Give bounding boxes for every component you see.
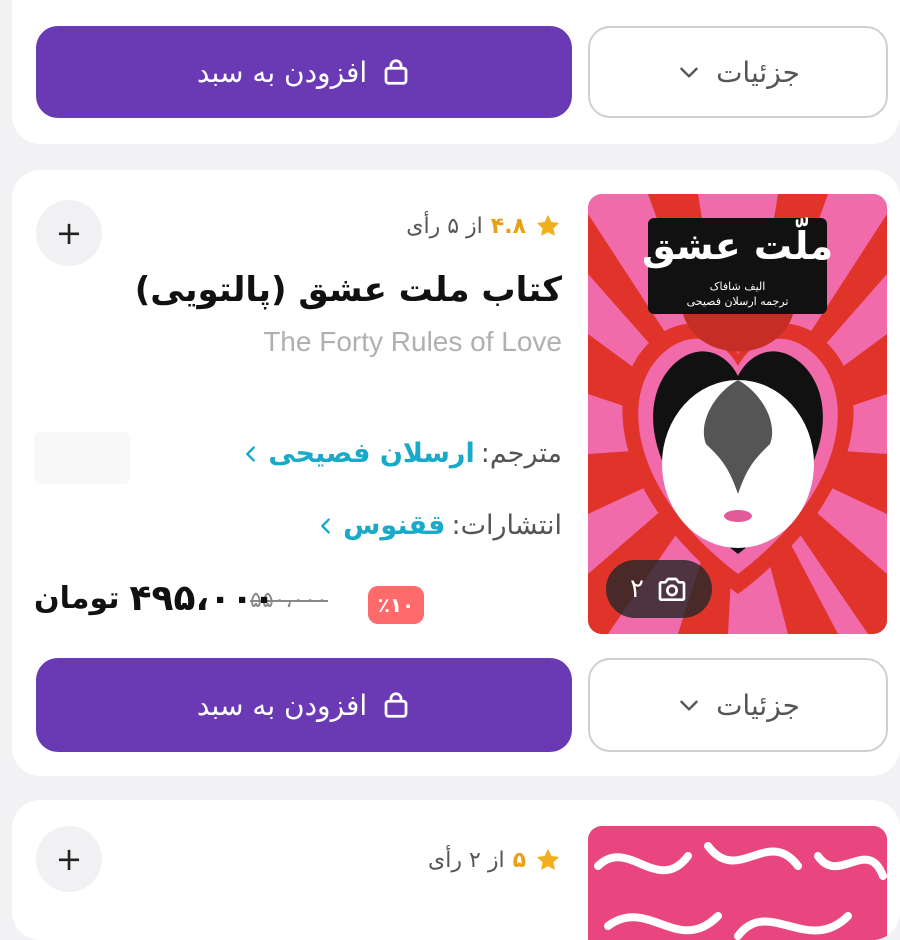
- currency: تومان: [34, 581, 120, 616]
- plus-icon: +: [55, 214, 83, 252]
- price: ۴۹۵،۰۰۰ تومان: [34, 578, 275, 619]
- photo-count-badge[interactable]: ۲: [606, 560, 712, 618]
- cover-translator: ترجمه ارسلان فصیحی: [686, 295, 789, 308]
- chevron-left-icon: [246, 445, 256, 462]
- translator-label: مترجم:: [480, 438, 562, 469]
- product-title[interactable]: کتاب ملت عشق (پالتویی): [135, 270, 562, 310]
- details-label: جزئیات: [716, 688, 800, 722]
- translator-link[interactable]: ارسلان فصیحی: [268, 438, 474, 469]
- product-card-next: + ۵ از ۲ رأی: [12, 800, 900, 940]
- publisher-link[interactable]: ققنوس: [343, 510, 445, 541]
- rating: ۴.۸ از ۵ رأی: [406, 212, 562, 240]
- translator-row: مترجم: ارسلان فصیحی: [240, 438, 562, 469]
- rating-score: ۴.۸: [490, 213, 526, 239]
- chevron-down-icon: [680, 700, 698, 711]
- photo-count: ۲: [630, 574, 644, 604]
- publisher-row: انتشارات: ققنوس: [315, 510, 562, 541]
- rating-text: از ۵ رأی: [406, 213, 483, 239]
- cover-author: الیف شافاک: [709, 280, 766, 293]
- plus-icon: +: [55, 840, 83, 878]
- price-value: ۴۹۵،۰۰۰: [129, 578, 276, 619]
- details-button[interactable]: جزئیات: [588, 658, 888, 752]
- add-to-cart-button[interactable]: افزودن به سبد: [36, 658, 572, 752]
- add-quick-button[interactable]: +: [36, 200, 102, 266]
- details-button[interactable]: جزئیات: [588, 26, 888, 118]
- chevron-left-icon: [321, 517, 331, 534]
- star-icon: [536, 848, 560, 870]
- book-cover-image[interactable]: ملّت عشق الیف شافاک ترجمه ارسلان فصیحی ۲: [588, 194, 887, 634]
- book-cover-image[interactable]: [588, 826, 887, 940]
- product-card: ملّت عشق الیف شافاک ترجمه ارسلان فصیحی ۲…: [12, 170, 900, 776]
- product-card-previous: افزودن به سبد جزئیات: [12, 0, 900, 144]
- cover-title: ملّت عشق: [641, 224, 834, 268]
- placeholder-block: [34, 432, 130, 484]
- chevron-down-icon: [680, 67, 698, 78]
- rating: ۵ از ۲ رأی: [428, 846, 562, 874]
- bag-icon: [384, 692, 408, 718]
- discount-badge: ٪۱۰: [368, 586, 424, 624]
- rating-score: ۵: [512, 847, 526, 873]
- star-icon: [536, 214, 560, 236]
- camera-icon: [658, 577, 686, 601]
- publisher-label: انتشارات:: [451, 510, 562, 541]
- product-title-english: The Forty Rules of Love: [263, 326, 562, 357]
- rating-text: از ۲ رأی: [428, 847, 505, 873]
- cover-artwork: [588, 826, 887, 940]
- add-to-cart-button[interactable]: افزودن به سبد: [36, 26, 572, 118]
- add-quick-button[interactable]: +: [36, 826, 102, 892]
- bag-icon: [384, 59, 408, 85]
- add-to-cart-label: افزودن به سبد: [196, 55, 368, 89]
- details-label: جزئیات: [716, 55, 800, 89]
- add-to-cart-label: افزودن به سبد: [196, 688, 368, 722]
